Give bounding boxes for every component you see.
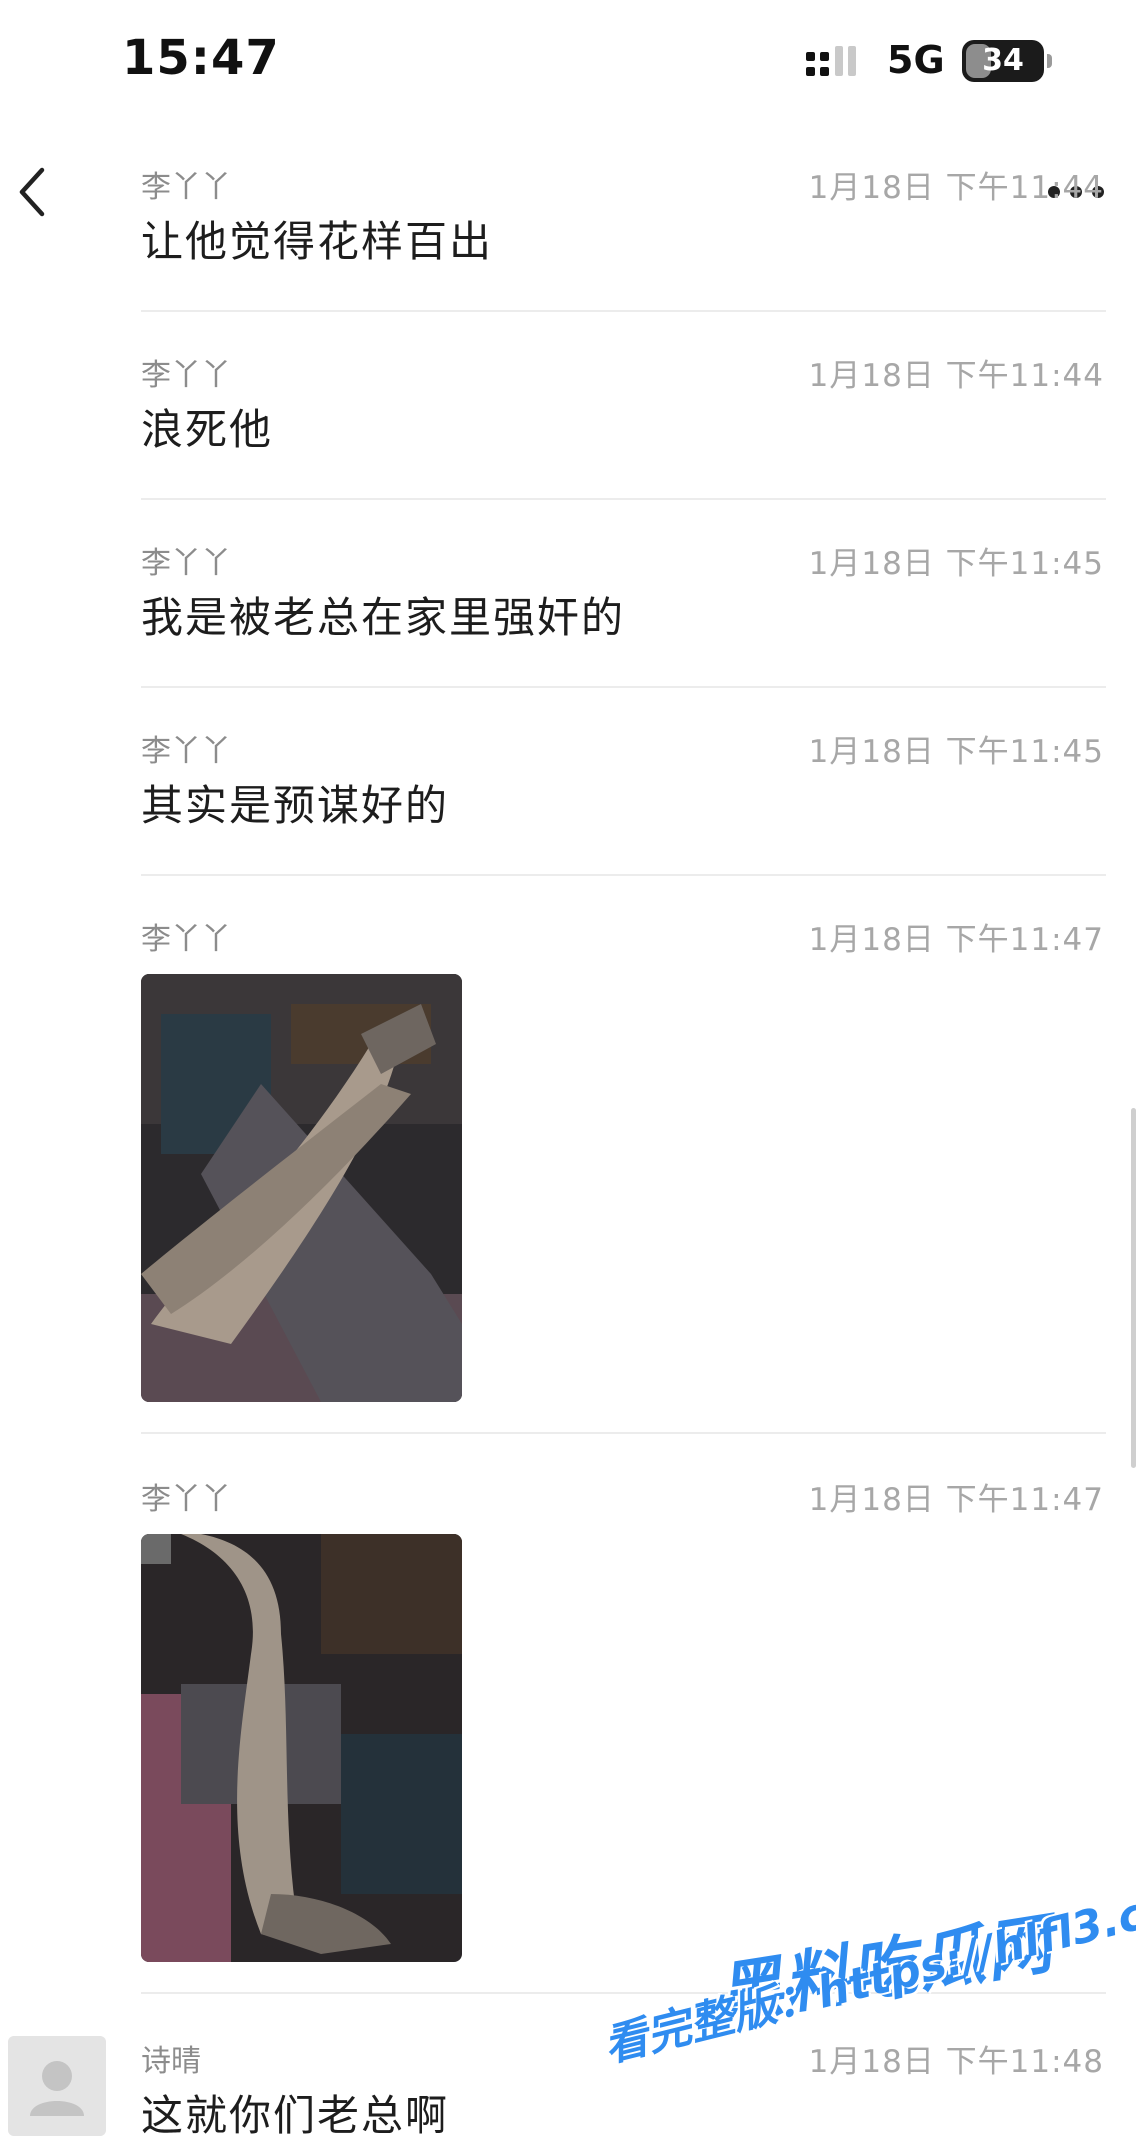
message-text: 其实是预谋好的 bbox=[141, 781, 450, 830]
message-time: 1月18日 下午11:45 bbox=[808, 734, 1104, 770]
message-sender: 诗晴 bbox=[141, 2044, 201, 2079]
message-item[interactable]: 李丫丫 1月18日 下午11:47 bbox=[0, 914, 1136, 1434]
message-time: 1月18日 下午11:47 bbox=[808, 922, 1104, 958]
message-item[interactable]: 李丫丫 1月18日 下午11:44 浪死他 bbox=[0, 350, 1136, 500]
message-item[interactable]: 李丫丫 1月18日 下午11:47 bbox=[0, 1474, 1136, 1994]
message-time: 1月18日 下午11:47 bbox=[808, 1482, 1104, 1518]
message-text: 我是被老总在家里强奸的 bbox=[141, 593, 626, 642]
divider bbox=[141, 1992, 1106, 1994]
message-time: 1月18日 下午11:44 bbox=[808, 170, 1104, 206]
divider bbox=[141, 874, 1106, 876]
message-sender: 李丫丫 bbox=[141, 922, 231, 957]
status-time: 15:47 bbox=[122, 30, 280, 86]
message-text: 让他觉得花样百出 bbox=[141, 217, 494, 266]
message-text: 这就你们老总啊 bbox=[141, 2091, 450, 2140]
message-sender: 李丫丫 bbox=[141, 358, 231, 393]
divider bbox=[141, 498, 1106, 500]
status-bar: 15:47 5G 34 bbox=[0, 0, 1136, 130]
avatar[interactable] bbox=[8, 2036, 106, 2136]
message-sender: 李丫丫 bbox=[141, 170, 231, 205]
message-time: 1月18日 下午11:44 bbox=[808, 358, 1104, 394]
message-photo[interactable] bbox=[141, 974, 462, 1402]
message-time: 1月18日 下午11:45 bbox=[808, 546, 1104, 582]
message-photo[interactable] bbox=[141, 1534, 462, 1962]
message-item[interactable]: 李丫丫 1月18日 下午11:45 其实是预谋好的 bbox=[0, 726, 1136, 876]
message-sender: 李丫丫 bbox=[141, 1482, 231, 1517]
divider bbox=[141, 686, 1106, 688]
signal-icon bbox=[806, 46, 856, 76]
divider bbox=[141, 1432, 1106, 1434]
battery-icon: 34 bbox=[962, 40, 1044, 82]
message-sender: 李丫丫 bbox=[141, 734, 231, 769]
message-item[interactable]: 诗晴 1月18日 下午11:48 这就你们老总啊 bbox=[0, 2036, 1136, 2142]
message-sender: 李丫丫 bbox=[141, 546, 231, 581]
message-item[interactable]: 李丫丫 1月18日 下午11:45 我是被老总在家里强奸的 bbox=[0, 538, 1136, 688]
battery-percent: 34 bbox=[982, 43, 1024, 78]
message-text: 浪死他 bbox=[141, 405, 274, 454]
divider bbox=[141, 310, 1106, 312]
network-type: 5G bbox=[887, 38, 945, 82]
message-time: 1月18日 下午11:48 bbox=[808, 2044, 1104, 2080]
battery-tip bbox=[1047, 54, 1052, 68]
scrollbar[interactable] bbox=[1131, 1108, 1136, 1468]
message-item[interactable]: 李丫丫 1月18日 下午11:44 让他觉得花样百出 bbox=[0, 162, 1136, 312]
